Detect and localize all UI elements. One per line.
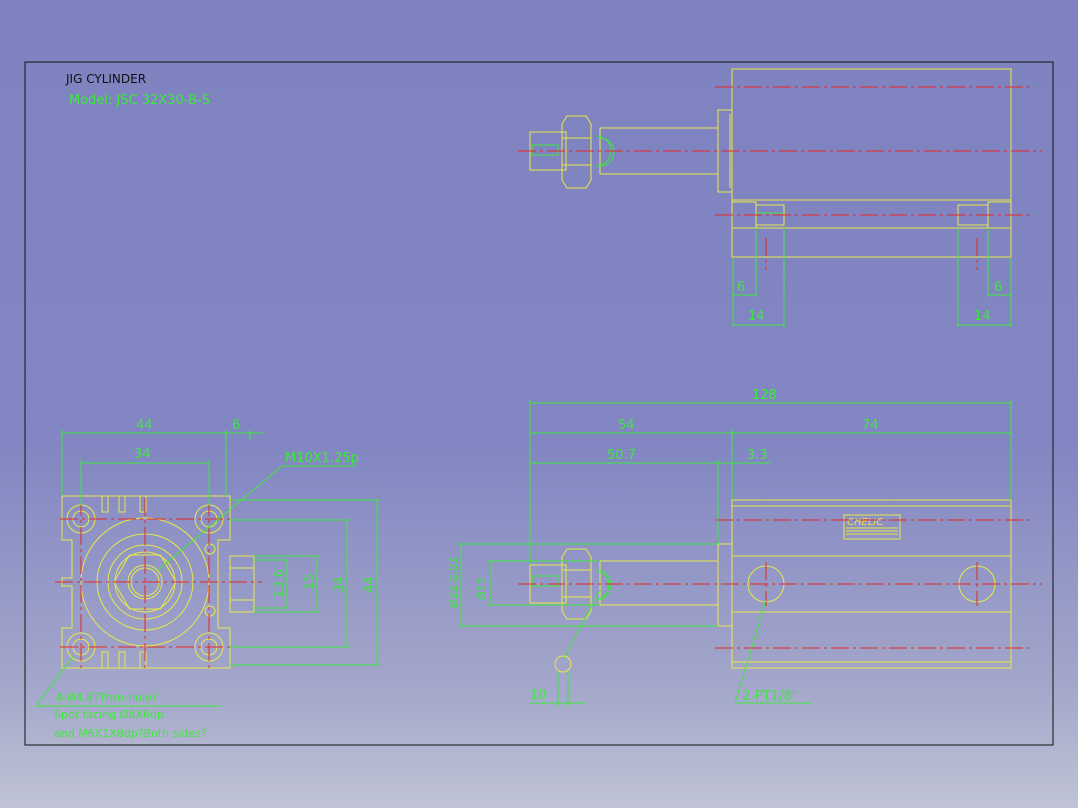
dim-15: 15 bbox=[302, 573, 317, 590]
dim-6-right: 6 bbox=[994, 280, 1002, 295]
dim-dia22: Ø22-0.03 bbox=[447, 557, 460, 608]
piston-rod-side bbox=[599, 560, 719, 606]
port-callout: 2-PT1/8" bbox=[742, 689, 798, 704]
brand-logo-text: CHELIC bbox=[847, 517, 883, 528]
dim-14-left: 14 bbox=[748, 309, 765, 324]
model-label: Model: JSC 32X30-B-S bbox=[69, 93, 210, 108]
dim-74: 74 bbox=[862, 418, 879, 433]
dim-6-left: 6 bbox=[737, 280, 745, 295]
dim-3-3: 3.3 bbox=[747, 448, 768, 463]
top-view: 6 14 6 14 bbox=[518, 68, 1042, 327]
drawing-title: JIG CYLINDER bbox=[65, 72, 146, 86]
dim-44-top: 44 bbox=[136, 418, 153, 433]
cylinder-body-top bbox=[731, 68, 1012, 258]
dim-dia12: Ø12 bbox=[476, 577, 489, 600]
cad-drawing: JIG CYLINDER Model: JSC 32X30-B-S 6 14 6… bbox=[24, 61, 1054, 746]
thread-callout: M10X1.25p bbox=[285, 451, 359, 466]
dim-50-7: 50.7 bbox=[607, 448, 636, 463]
dim-128: 128 bbox=[752, 388, 777, 403]
dim-6-top: 6 bbox=[232, 418, 240, 433]
dim-13-6: 13.6 bbox=[272, 569, 287, 598]
dim-54: 54 bbox=[618, 418, 635, 433]
dim-10: 10 bbox=[530, 688, 547, 703]
dim-34-top: 34 bbox=[134, 447, 151, 462]
hole-note-3: and M6X1X8dp?Both sides? bbox=[54, 727, 207, 740]
dim-44-right: 44 bbox=[362, 576, 377, 593]
hole-note-1: 4-Ø4.8?Thru-hole? bbox=[56, 691, 158, 704]
end-view: 44 6 34 M10X1.25p 13.6 15 34 44 4-Ø4.8?T… bbox=[35, 418, 380, 740]
dim-34-right: 34 bbox=[332, 576, 347, 593]
dim-14-right: 14 bbox=[974, 309, 991, 324]
hole-note-2: Spot facing Ø8X6dp bbox=[54, 708, 164, 721]
side-view: CHELIC 128 54 74 50.7 3.3 Ø22-0.03 Ø12 1… bbox=[447, 388, 1042, 706]
